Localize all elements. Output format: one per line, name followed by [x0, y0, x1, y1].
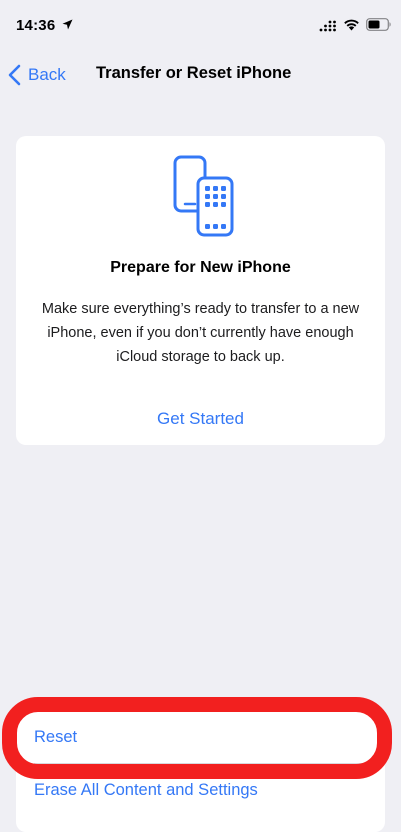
chevron-left-icon	[8, 64, 21, 86]
back-button-label: Back	[28, 65, 66, 84]
status-bar: 14:36	[0, 0, 401, 48]
status-time: 14:36	[16, 17, 56, 34]
erase-all-content-button[interactable]: Erase All Content and Settings	[34, 781, 258, 800]
list-divider	[34, 763, 385, 764]
page-title: Transfer or Reset iPhone	[96, 64, 292, 82]
reset-options-list: Reset Erase All Content and Settings	[16, 712, 385, 832]
location-arrow-icon	[62, 19, 73, 30]
get-started-button[interactable]: Get Started	[16, 409, 385, 429]
reset-button[interactable]: Reset	[34, 728, 77, 747]
prepare-new-iphone-card: Prepare for New iPhone Make sure everyth…	[16, 136, 385, 445]
cellular-signal-icon	[319, 20, 336, 32]
phones-transfer-icon	[173, 155, 234, 237]
card-description: Make sure everything’s ready to transfer…	[41, 301, 360, 365]
battery-icon	[366, 18, 391, 31]
back-button[interactable]: Back	[8, 62, 66, 88]
wifi-icon	[344, 19, 359, 31]
card-title: Prepare for New iPhone	[110, 259, 291, 276]
navigation-bar: Back Transfer or Reset iPhone	[0, 50, 401, 98]
